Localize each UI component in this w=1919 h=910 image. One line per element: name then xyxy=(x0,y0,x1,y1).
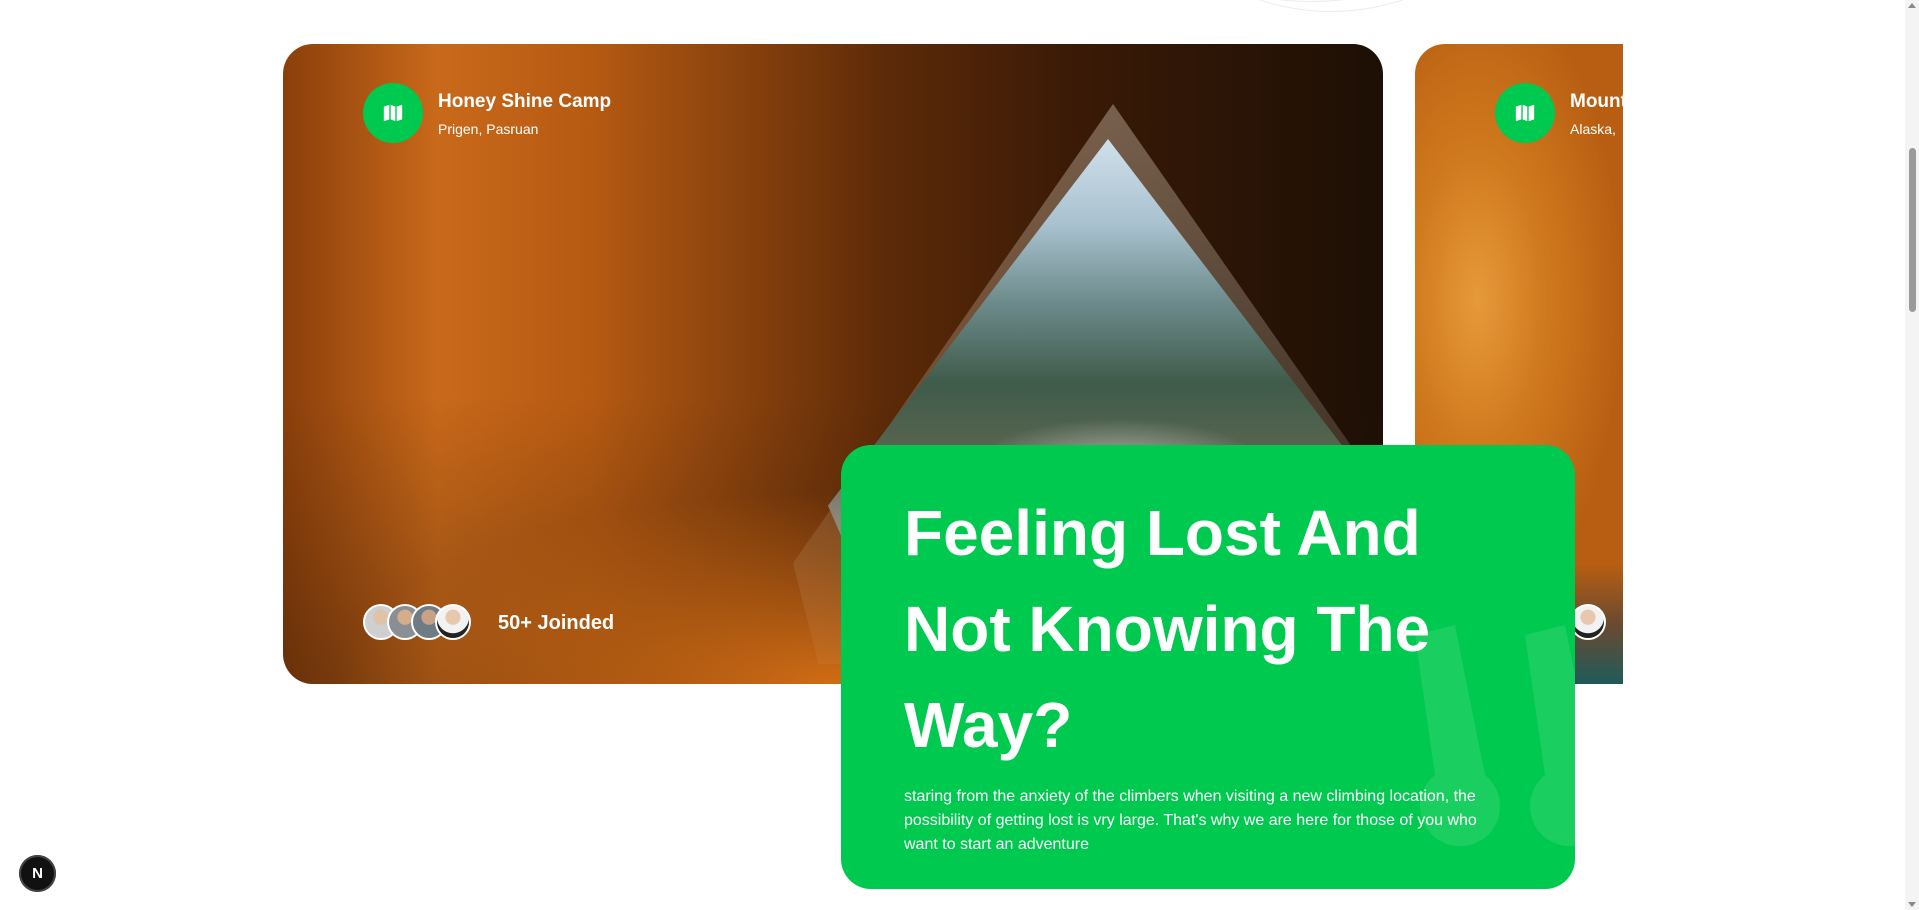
feature-description: staring from the anxiety of the climbers… xyxy=(904,788,1477,853)
scroll-thumb[interactable] xyxy=(1909,148,1916,312)
joined-avatars xyxy=(1570,604,1606,640)
map-icon-glyph xyxy=(1515,104,1535,122)
joined-avatars xyxy=(363,604,471,640)
scroll-up-arrow[interactable] xyxy=(1908,3,1916,8)
feature-title: Feeling Lost And Not Knowing The Way? xyxy=(904,497,1431,761)
camp-location: Alaska, xyxy=(1570,121,1616,137)
map-icon-glyph xyxy=(383,104,403,122)
joined-count: 50+ Joinded xyxy=(498,612,615,634)
map-icon xyxy=(1495,83,1555,143)
feature-callout: Feeling Lost And Not Knowing The Way? st… xyxy=(841,445,1575,889)
camp-title: Mount xyxy=(1570,91,1623,112)
avatar xyxy=(435,604,471,640)
camp-location: Prigen, Pasruan xyxy=(438,121,539,137)
map-icon xyxy=(363,83,423,143)
page-scrollbar[interactable] xyxy=(1905,0,1919,910)
dev-tools-button[interactable]: N xyxy=(19,855,56,892)
avatar xyxy=(1570,604,1606,640)
camp-title: Honey Shine Camp xyxy=(438,91,612,112)
background-arc xyxy=(1120,0,1542,12)
scroll-down-arrow[interactable] xyxy=(1908,902,1916,907)
